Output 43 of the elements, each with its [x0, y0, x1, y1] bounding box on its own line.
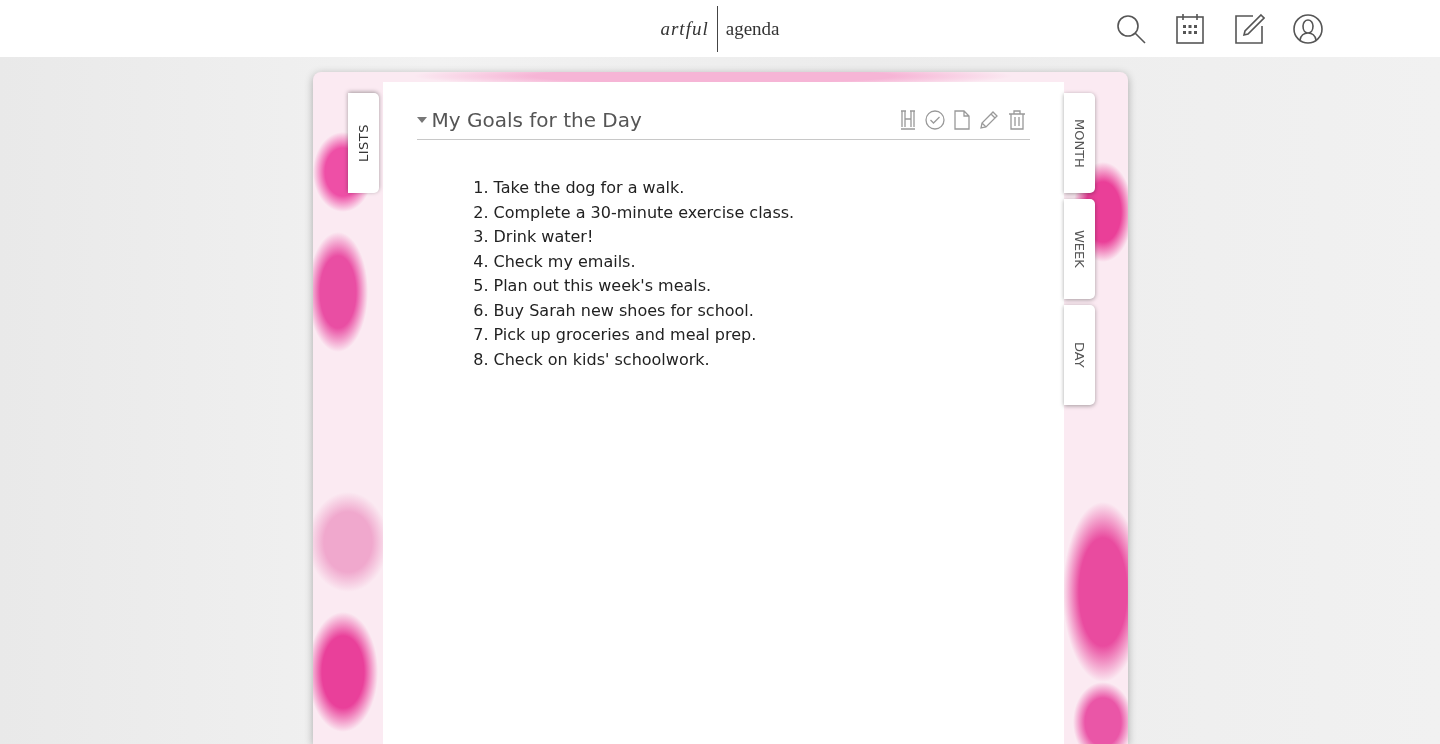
list-item-text: Plan out this week's meals. — [493, 275, 712, 297]
document-button[interactable] — [953, 110, 970, 130]
item-number: 7. — [472, 324, 489, 346]
user-icon — [1292, 12, 1324, 45]
list-item-text: Check my emails. — [493, 250, 636, 273]
item-number: 8. — [472, 348, 489, 371]
tab[interactable]: LISTS — [347, 93, 379, 193]
item-number: 5. — [472, 275, 489, 297]
heading-button[interactable] — [899, 110, 916, 130]
calendar-button[interactable] — [1174, 12, 1206, 45]
item-number: 6. — [472, 299, 489, 322]
collapse-toggle[interactable] — [416, 117, 427, 123]
caret-icon — [416, 117, 427, 123]
tab[interactable]: MONTH — [1063, 93, 1095, 193]
list-item-text: Check on kids' schoolwork. — [493, 348, 710, 371]
delete-button[interactable] — [1007, 110, 1026, 130]
logo-text: artful — [660, 17, 710, 40]
tab[interactable]: WEEK — [1063, 199, 1095, 299]
check-circle-icon — [924, 110, 945, 130]
search-button[interactable] — [1115, 12, 1147, 45]
profile-button[interactable] — [1292, 12, 1324, 45]
complete-button[interactable] — [924, 110, 945, 130]
compose-button[interactable] — [1233, 12, 1265, 45]
tab[interactable]: DAY — [1063, 305, 1095, 405]
item-number: 2. — [472, 201, 489, 224]
calendar-icon — [1174, 12, 1206, 45]
trash-icon — [1007, 110, 1026, 130]
compose-icon — [1233, 12, 1265, 45]
pencil-icon — [978, 110, 999, 130]
search-icon — [1115, 12, 1147, 45]
list-item-text: Take the dog for a walk. — [493, 177, 685, 199]
edit-button[interactable] — [978, 110, 999, 130]
item-number: 4. — [472, 250, 489, 273]
list-item-text: Buy Sarah new shoes for school. — [493, 299, 754, 322]
list-item-text: Pick up groceries and meal prep. — [493, 324, 757, 346]
heading-icon — [899, 110, 916, 130]
item-number: 1. — [472, 177, 489, 199]
document-icon — [953, 110, 970, 130]
list-item-text: Drink water! — [493, 226, 594, 248]
item-number: 3. — [472, 226, 489, 248]
list-title: My Goals for the Day — [431, 108, 642, 132]
logo-text: agenda — [724, 17, 780, 40]
list-item-text: Complete a 30-minute exercise class. — [493, 201, 795, 224]
